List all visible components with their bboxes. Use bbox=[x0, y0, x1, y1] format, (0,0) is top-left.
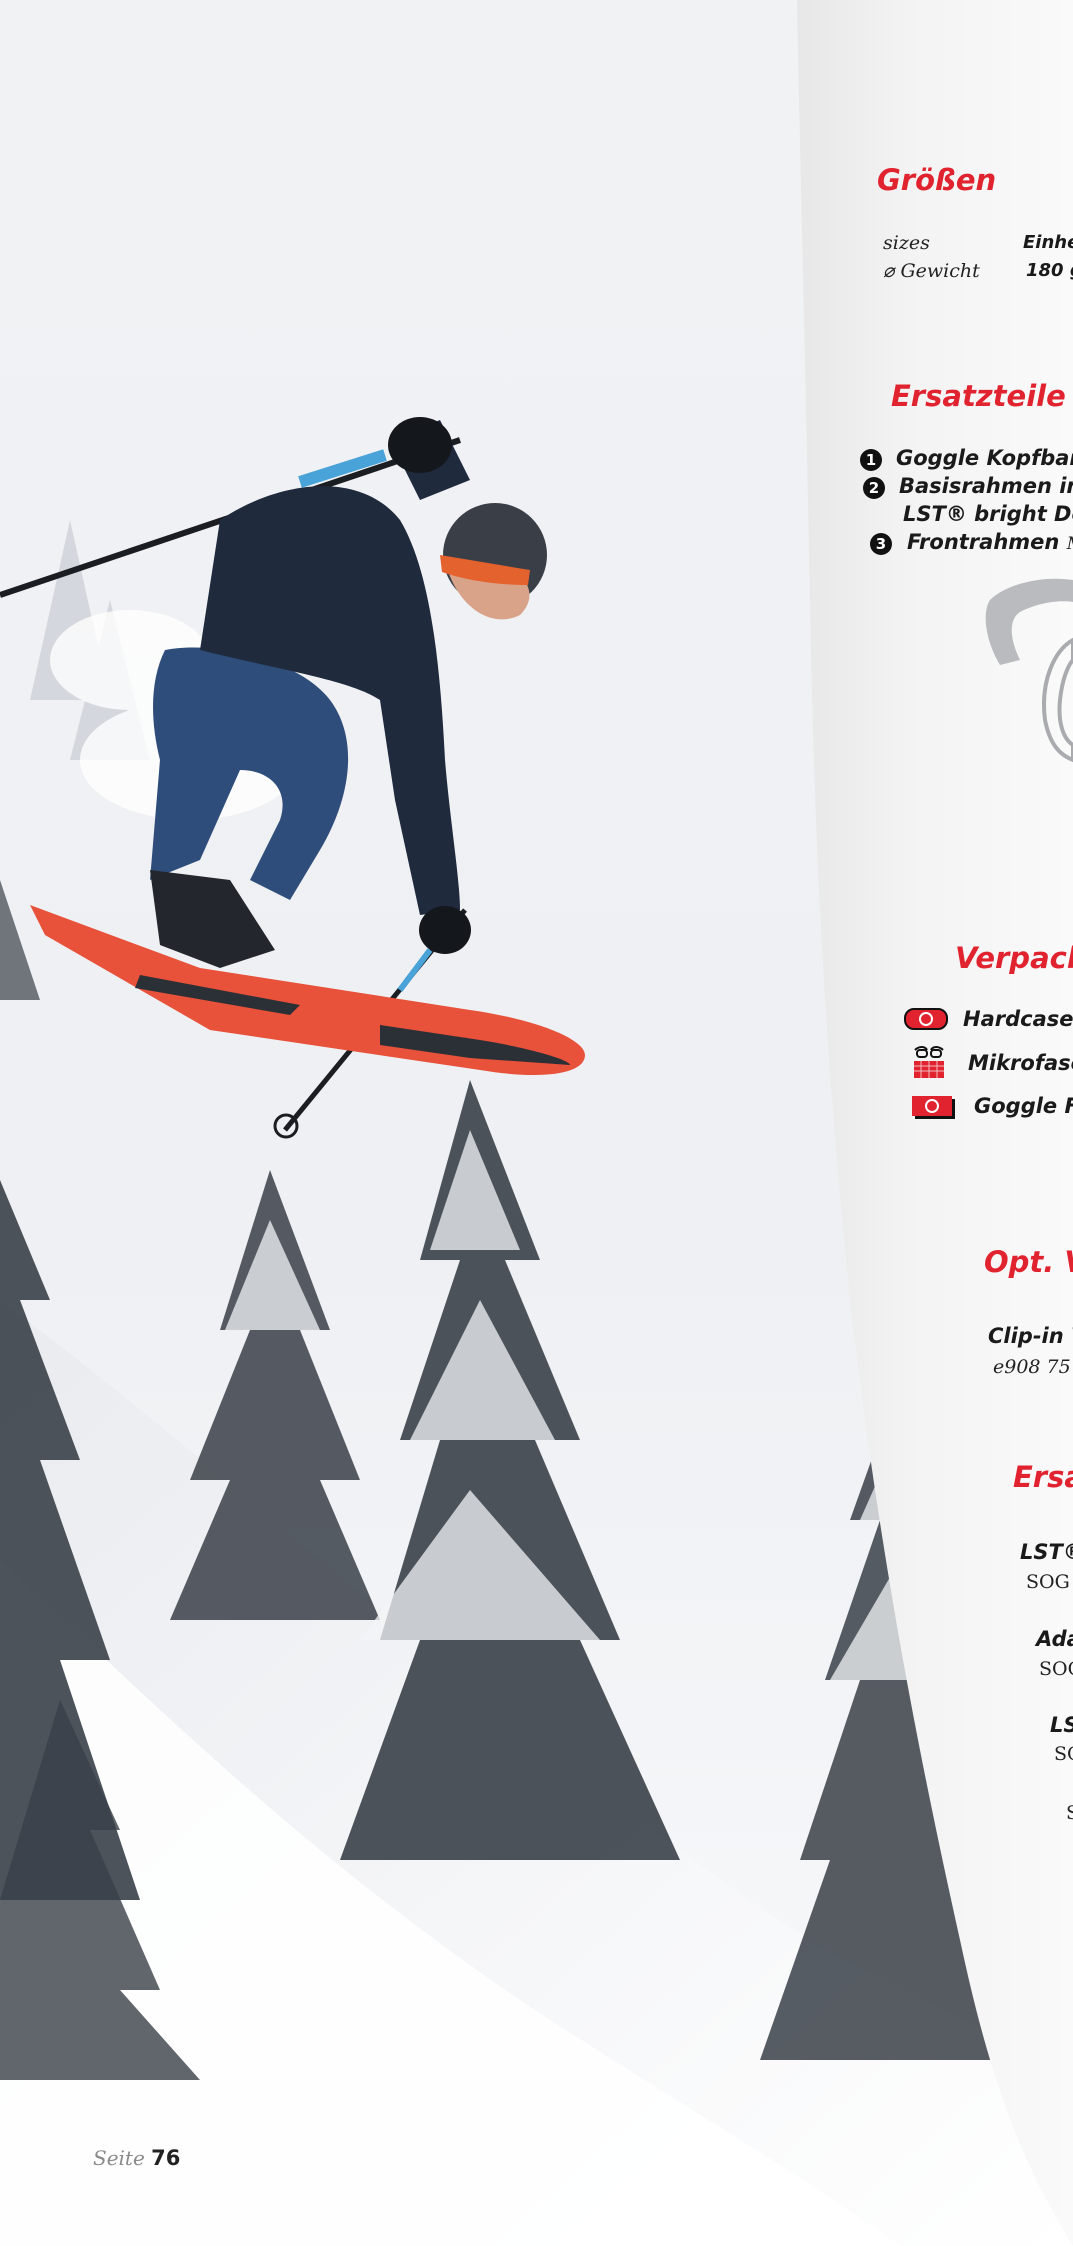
number-badge-3: 3 bbox=[870, 533, 892, 555]
spare-part-item: Frontrahmen MI bbox=[907, 530, 1073, 554]
replacement-item-title: Ada bbox=[1036, 1627, 1073, 1651]
packaging-label: Hardcase bbox=[963, 1007, 1073, 1031]
page-number: Seite 76 bbox=[93, 2146, 180, 2170]
weight-value: 180 g bbox=[1026, 260, 1073, 281]
packaging-item: Hardcase S bbox=[963, 1007, 1073, 1031]
sizes-heading: Größen bbox=[877, 163, 997, 197]
optional-item-name: Clip-in V bbox=[988, 1324, 1073, 1348]
page-label: Seite bbox=[93, 2146, 145, 2170]
number-badge-1: 1 bbox=[860, 449, 882, 471]
spare-part-item: LST® bright Dop bbox=[903, 502, 1073, 526]
spare-part-item: Basisrahmen inkl bbox=[899, 474, 1073, 498]
optional-item-code: e908 75 1 bbox=[993, 1356, 1073, 1378]
replacement-item-title: LS bbox=[1050, 1713, 1073, 1737]
spare-part-label: Frontrahmen bbox=[907, 530, 1060, 554]
replacement-item-code: SOG bbox=[1026, 1571, 1070, 1593]
replacement-item-title: LST® bbox=[1020, 1540, 1073, 1564]
spare-part-suffix: MI bbox=[1067, 534, 1073, 554]
sizes-label: sizes bbox=[883, 232, 930, 254]
goggle-case-icon bbox=[912, 1096, 955, 1119]
replacement-item-code: S bbox=[1066, 1802, 1073, 1824]
packaging-item: Goggle Fa bbox=[974, 1094, 1073, 1118]
number-badge-2: 2 bbox=[863, 477, 885, 499]
spare-part-item: Goggle Kopfband bbox=[896, 446, 1073, 470]
spare-parts-heading: Ersatzteile bbox=[891, 379, 1066, 413]
weight-label: ⌀ Gewicht bbox=[883, 260, 980, 282]
replacement-item-code: SO bbox=[1054, 1743, 1073, 1765]
product-info-panel bbox=[797, 0, 1073, 2246]
hardcase-icon bbox=[904, 1008, 948, 1030]
packaging-heading: Verpack bbox=[955, 941, 1073, 975]
sizes-value: Einhe bbox=[1023, 232, 1073, 253]
replacement-heading: Ersa bbox=[1013, 1460, 1073, 1494]
packaging-item: Mikrofase bbox=[968, 1051, 1073, 1075]
replacement-item-code: SOG bbox=[1039, 1658, 1073, 1680]
microfiber-pouch-icon bbox=[914, 1046, 944, 1078]
page-number-value: 76 bbox=[151, 2146, 181, 2170]
optional-heading: Opt. V bbox=[984, 1245, 1073, 1279]
